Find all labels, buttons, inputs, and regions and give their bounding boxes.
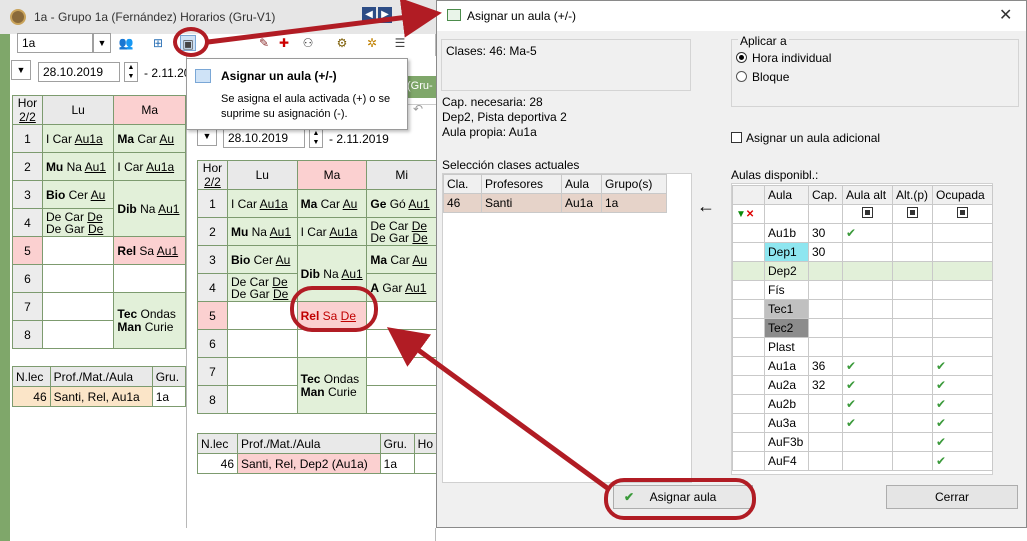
annotation-ring-toolbar	[173, 27, 209, 57]
annotation-arrow-top	[207, 0, 442, 45]
annotation-ring-button	[604, 478, 756, 520]
annotation-layer	[207, 0, 612, 493]
annotation-arrow-bottom	[386, 327, 612, 493]
annotation-ring-cell	[290, 286, 378, 332]
